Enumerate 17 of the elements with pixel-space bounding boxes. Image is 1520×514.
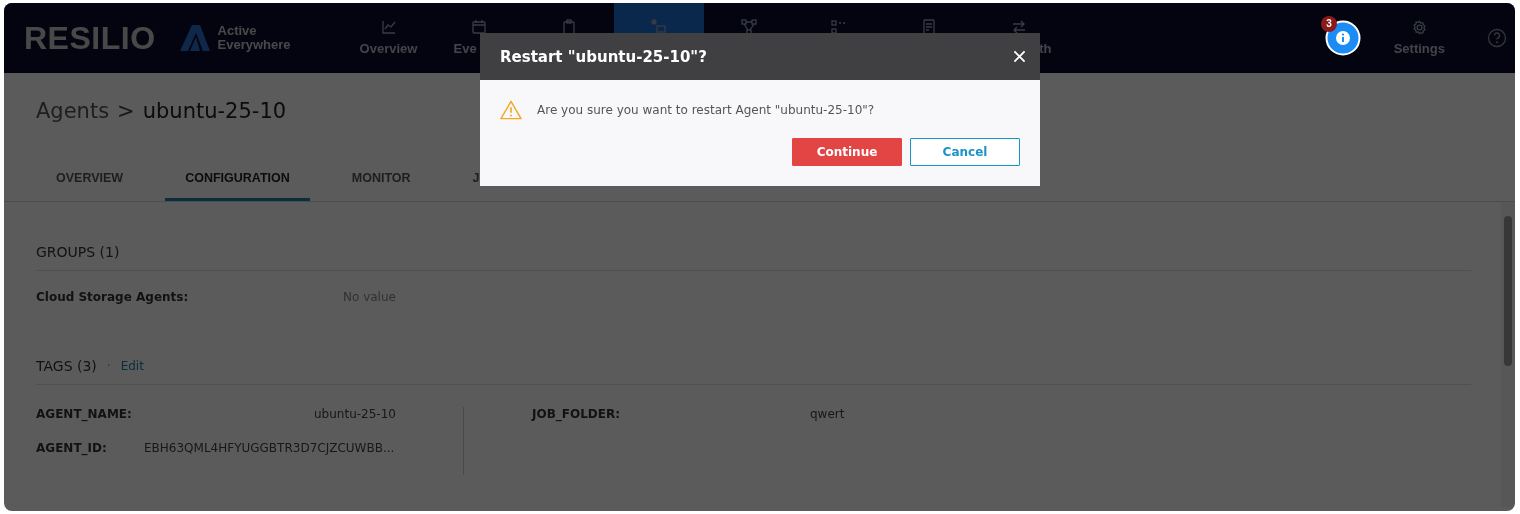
section-title: GROUPS (1) [36,244,120,260]
separator-dot: · [106,359,111,373]
tag-label: AGENT_NAME: [36,407,133,421]
section-title: TAGS (3) [36,358,97,374]
tag-label: JOB_FOLDER: [532,407,622,421]
product-name: Active [217,24,258,38]
tag-value: EBH63QML4HFYUGGBTR3D7CJZCUWBB... [144,441,395,455]
breadcrumb-separator: > [117,99,135,123]
tag-value: qwert [810,407,845,421]
tag-value: ubuntu-25-10 [314,407,396,421]
product-name: Everywhere [217,38,292,52]
tag-label: AGENT_ID: [36,441,108,455]
field-label: Cloud Storage Agents: [36,290,190,304]
dialog-message: Are you sure you want to restart Agent "ubuntu-25-10"? [537,103,875,117]
dialog-title: Restart "ubuntu-25-10"? [500,47,707,66]
page-title: ubuntu-25-10 [142,99,287,123]
logo: RESILIO [24,19,156,57]
